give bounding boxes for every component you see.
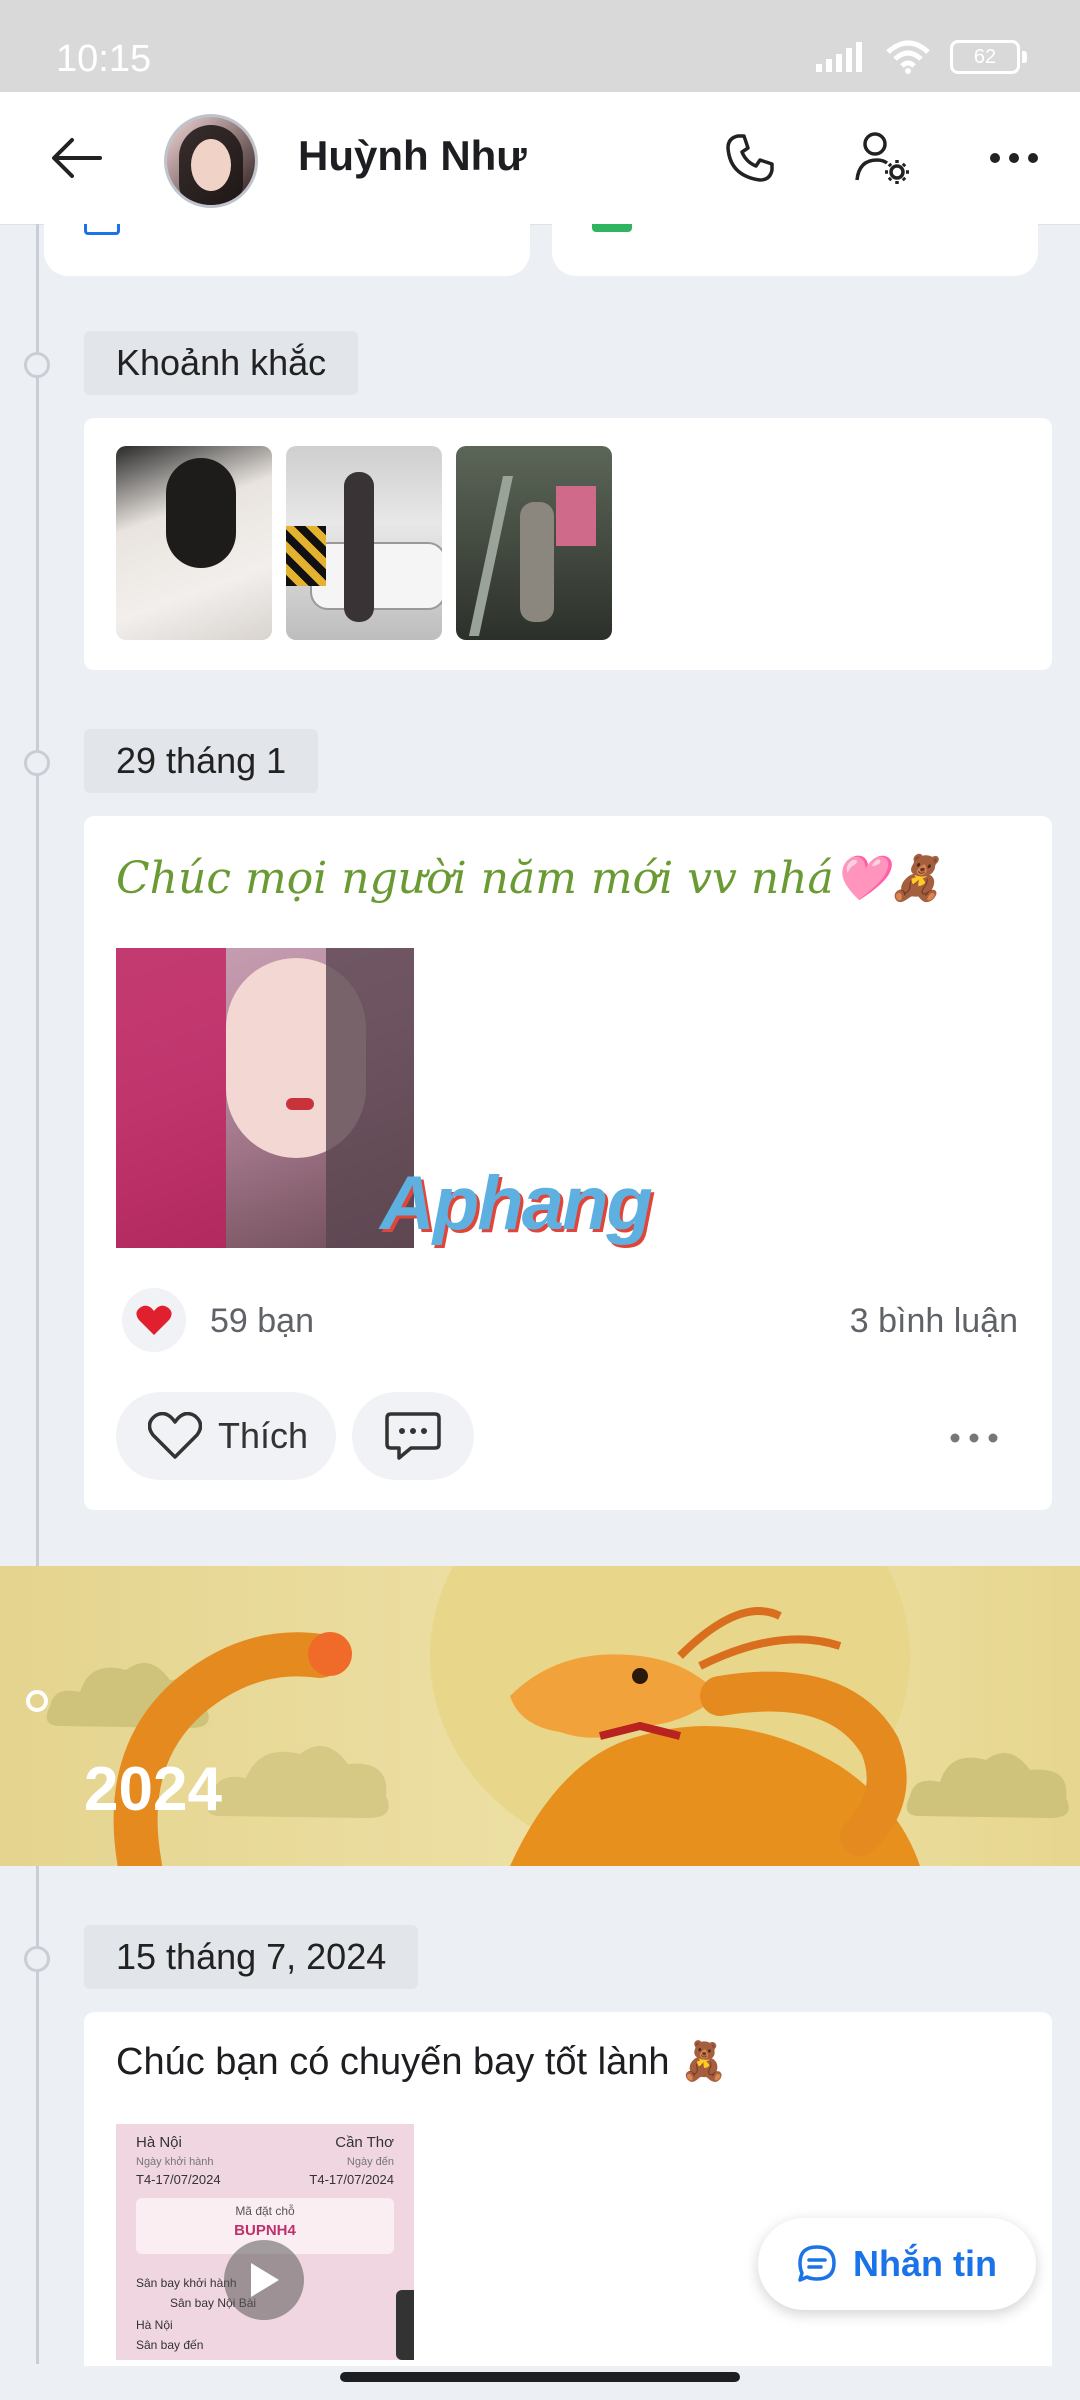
watermark: Aphang [380, 1161, 653, 1246]
calendar-icon [84, 224, 120, 235]
more-options-button[interactable] [978, 122, 1050, 194]
back-button[interactable] [40, 122, 112, 194]
comment-button[interactable] [352, 1392, 474, 1480]
info-card-right[interactable] [552, 224, 1038, 276]
post-date: 29 tháng 1 [84, 729, 319, 793]
avatar-face [191, 139, 231, 191]
moment-thumbnail[interactable] [116, 446, 272, 640]
chat-profile-header: Huỳnh Như [0, 92, 1080, 225]
phone-icon [726, 134, 774, 182]
ticket-code-label: Mã đặt chỗ [235, 2204, 295, 2218]
ticket-airport-arrive: Sân bay đến [136, 2338, 204, 2352]
status-icons: 62 [816, 40, 1027, 74]
heart-outline-icon [148, 1412, 202, 1459]
escalator-rail [468, 476, 514, 636]
home-indicator[interactable] [340, 2372, 740, 2382]
reaction-summary[interactable] [122, 1288, 186, 1352]
side-handle [396, 2290, 414, 2360]
timeline-dot [24, 352, 50, 378]
comments-count[interactable]: 3 bình luận [850, 1302, 1018, 1341]
battery-icon: 62 [950, 40, 1027, 74]
timeline-dot [26, 1690, 48, 1712]
more-horizontal-icon [990, 153, 1038, 163]
post-text: Chúc bạn có chuyến bay tốt lành 🧸 [116, 2041, 728, 2083]
wifi-icon [886, 40, 930, 74]
post-photo[interactable] [116, 948, 414, 1248]
ticket-to: Cần Thơ [335, 2134, 394, 2151]
like-label: Thích [218, 1415, 309, 1456]
ticket-code: BUPNH4 [234, 2222, 296, 2239]
ticket-arrive-label: Ngày đến [346, 2156, 394, 2168]
moment-figure [166, 458, 236, 568]
info-card-left[interactable] [44, 224, 530, 276]
status-time: 10:15 [56, 38, 152, 80]
play-button[interactable] [224, 2240, 304, 2320]
ticket-arrive-date: T4-17/07/2024 [309, 2172, 394, 2187]
car-shape [310, 542, 442, 610]
more-horizontal-icon [950, 1433, 998, 1443]
green-icon [592, 224, 632, 232]
likes-count[interactable]: 59 bạn [210, 1302, 314, 1341]
ticket-city: Hà Nội [136, 2318, 173, 2332]
signal-icon [816, 42, 862, 72]
timeline-dot [24, 1946, 50, 1972]
lips-shape [286, 1098, 314, 1110]
call-button[interactable] [714, 122, 786, 194]
moment-thumbnail[interactable] [286, 446, 442, 640]
moment-thumbnail[interactable] [456, 446, 612, 640]
like-button[interactable]: Thích [116, 1392, 336, 1480]
ticket-video-thumbnail[interactable]: Hà Nội Cần Thơ Ngày khởi hành Ngày đến T… [116, 2124, 414, 2360]
year-banner: 2024 [0, 1566, 1080, 1866]
moments-label: Khoảnh khắc [84, 331, 359, 395]
avatar[interactable] [164, 114, 258, 208]
comment-icon [385, 1412, 441, 1460]
post-more-button[interactable] [944, 1424, 1004, 1452]
ticket-from: Hà Nội [136, 2134, 182, 2151]
post-date: 15 tháng 7, 2024 [84, 1925, 419, 1989]
heart-filled-icon [136, 1305, 172, 1335]
ticket-depart-label: Ngày khởi hành [136, 2156, 214, 2168]
play-icon [251, 2263, 279, 2297]
chat-icon [798, 2245, 836, 2282]
ticket-airport-depart: Sân bay khởi hành [136, 2276, 237, 2290]
ticket-depart-date: T4-17/07/2024 [136, 2172, 221, 2187]
contact-name[interactable]: Huỳnh Như [298, 132, 527, 180]
status-bar: 10:15 62 [0, 0, 1080, 92]
hazard-stripes [286, 526, 326, 586]
year-label: 2024 [84, 1755, 222, 1824]
send-message-button[interactable]: Nhắn tin [758, 2218, 1036, 2310]
send-message-label: Nhắn tin [853, 2243, 997, 2284]
timeline-dot [24, 750, 50, 776]
arrow-left-icon [52, 138, 102, 178]
neon-sign [556, 486, 596, 546]
user-gear-icon [855, 132, 909, 184]
post-text: Chúc mọi người năm mới vv nhá🩷🧸 [116, 853, 944, 904]
moment-figure [520, 502, 554, 622]
red-sleeve [116, 948, 226, 1248]
timeline-line [36, 224, 39, 2364]
moment-figure [344, 472, 374, 622]
profile-settings-button[interactable] [846, 122, 918, 194]
